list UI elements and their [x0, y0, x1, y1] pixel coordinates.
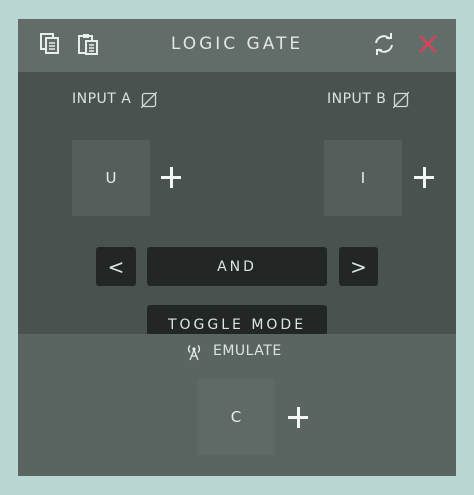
- logic-gate-panel: LOGIC GATE INPUT A U INPUT B I < AND > T…: [18, 19, 456, 476]
- inputs-section: INPUT A U INPUT B I < AND > TOGGLE MODE: [18, 72, 456, 345]
- gate-mode-display[interactable]: AND: [147, 247, 327, 286]
- add-input-b-button[interactable]: [414, 167, 436, 189]
- next-gate-button[interactable]: >: [339, 247, 378, 286]
- input-b-label: INPUT B: [327, 91, 387, 107]
- title-bar: LOGIC GATE: [18, 19, 456, 72]
- no-link-icon[interactable]: [392, 91, 410, 109]
- close-icon[interactable]: [416, 32, 440, 56]
- add-input-a-button[interactable]: [161, 167, 183, 189]
- refresh-icon[interactable]: [372, 32, 396, 56]
- emulate-slot[interactable]: C: [198, 379, 274, 455]
- input-a-label: INPUT A: [72, 91, 132, 107]
- prev-gate-button[interactable]: <: [96, 247, 136, 286]
- antenna-icon: [185, 343, 203, 361]
- input-a-slot[interactable]: U: [72, 140, 150, 216]
- input-b-slot[interactable]: I: [324, 140, 402, 216]
- emulate-label: EMULATE: [213, 343, 282, 359]
- emulate-section: EMULATE C: [18, 334, 456, 476]
- no-link-icon[interactable]: [140, 91, 158, 109]
- add-emulate-button[interactable]: [288, 407, 310, 429]
